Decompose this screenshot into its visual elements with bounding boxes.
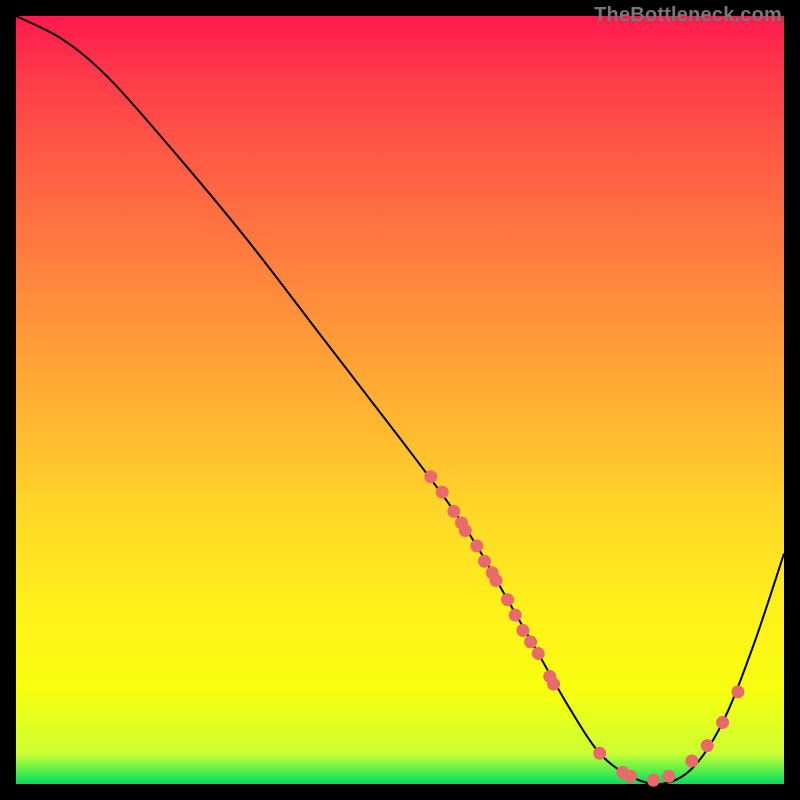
- data-point: [624, 770, 637, 783]
- data-point: [478, 555, 491, 568]
- data-point: [470, 539, 483, 552]
- data-point: [509, 609, 522, 622]
- data-point: [716, 716, 729, 729]
- data-point: [447, 505, 460, 518]
- data-point: [516, 624, 529, 637]
- data-point: [547, 678, 560, 691]
- bottleneck-curve: [16, 16, 784, 784]
- watermark-text: TheBottleneck.com: [594, 4, 782, 27]
- curve-layer: [16, 16, 784, 784]
- data-point: [501, 593, 514, 606]
- data-point: [524, 635, 537, 648]
- data-point: [593, 747, 606, 760]
- data-point: [490, 574, 503, 587]
- data-point: [424, 470, 437, 483]
- data-point: [685, 754, 698, 767]
- data-point: [647, 774, 660, 787]
- data-point: [701, 739, 714, 752]
- data-point: [436, 486, 449, 499]
- data-point: [459, 524, 472, 537]
- data-point: [731, 685, 744, 698]
- chart-container: TheBottleneck.com: [0, 0, 800, 800]
- data-markers: [424, 470, 744, 786]
- data-point: [662, 770, 675, 783]
- plot-area: [16, 16, 784, 784]
- data-point: [532, 647, 545, 660]
